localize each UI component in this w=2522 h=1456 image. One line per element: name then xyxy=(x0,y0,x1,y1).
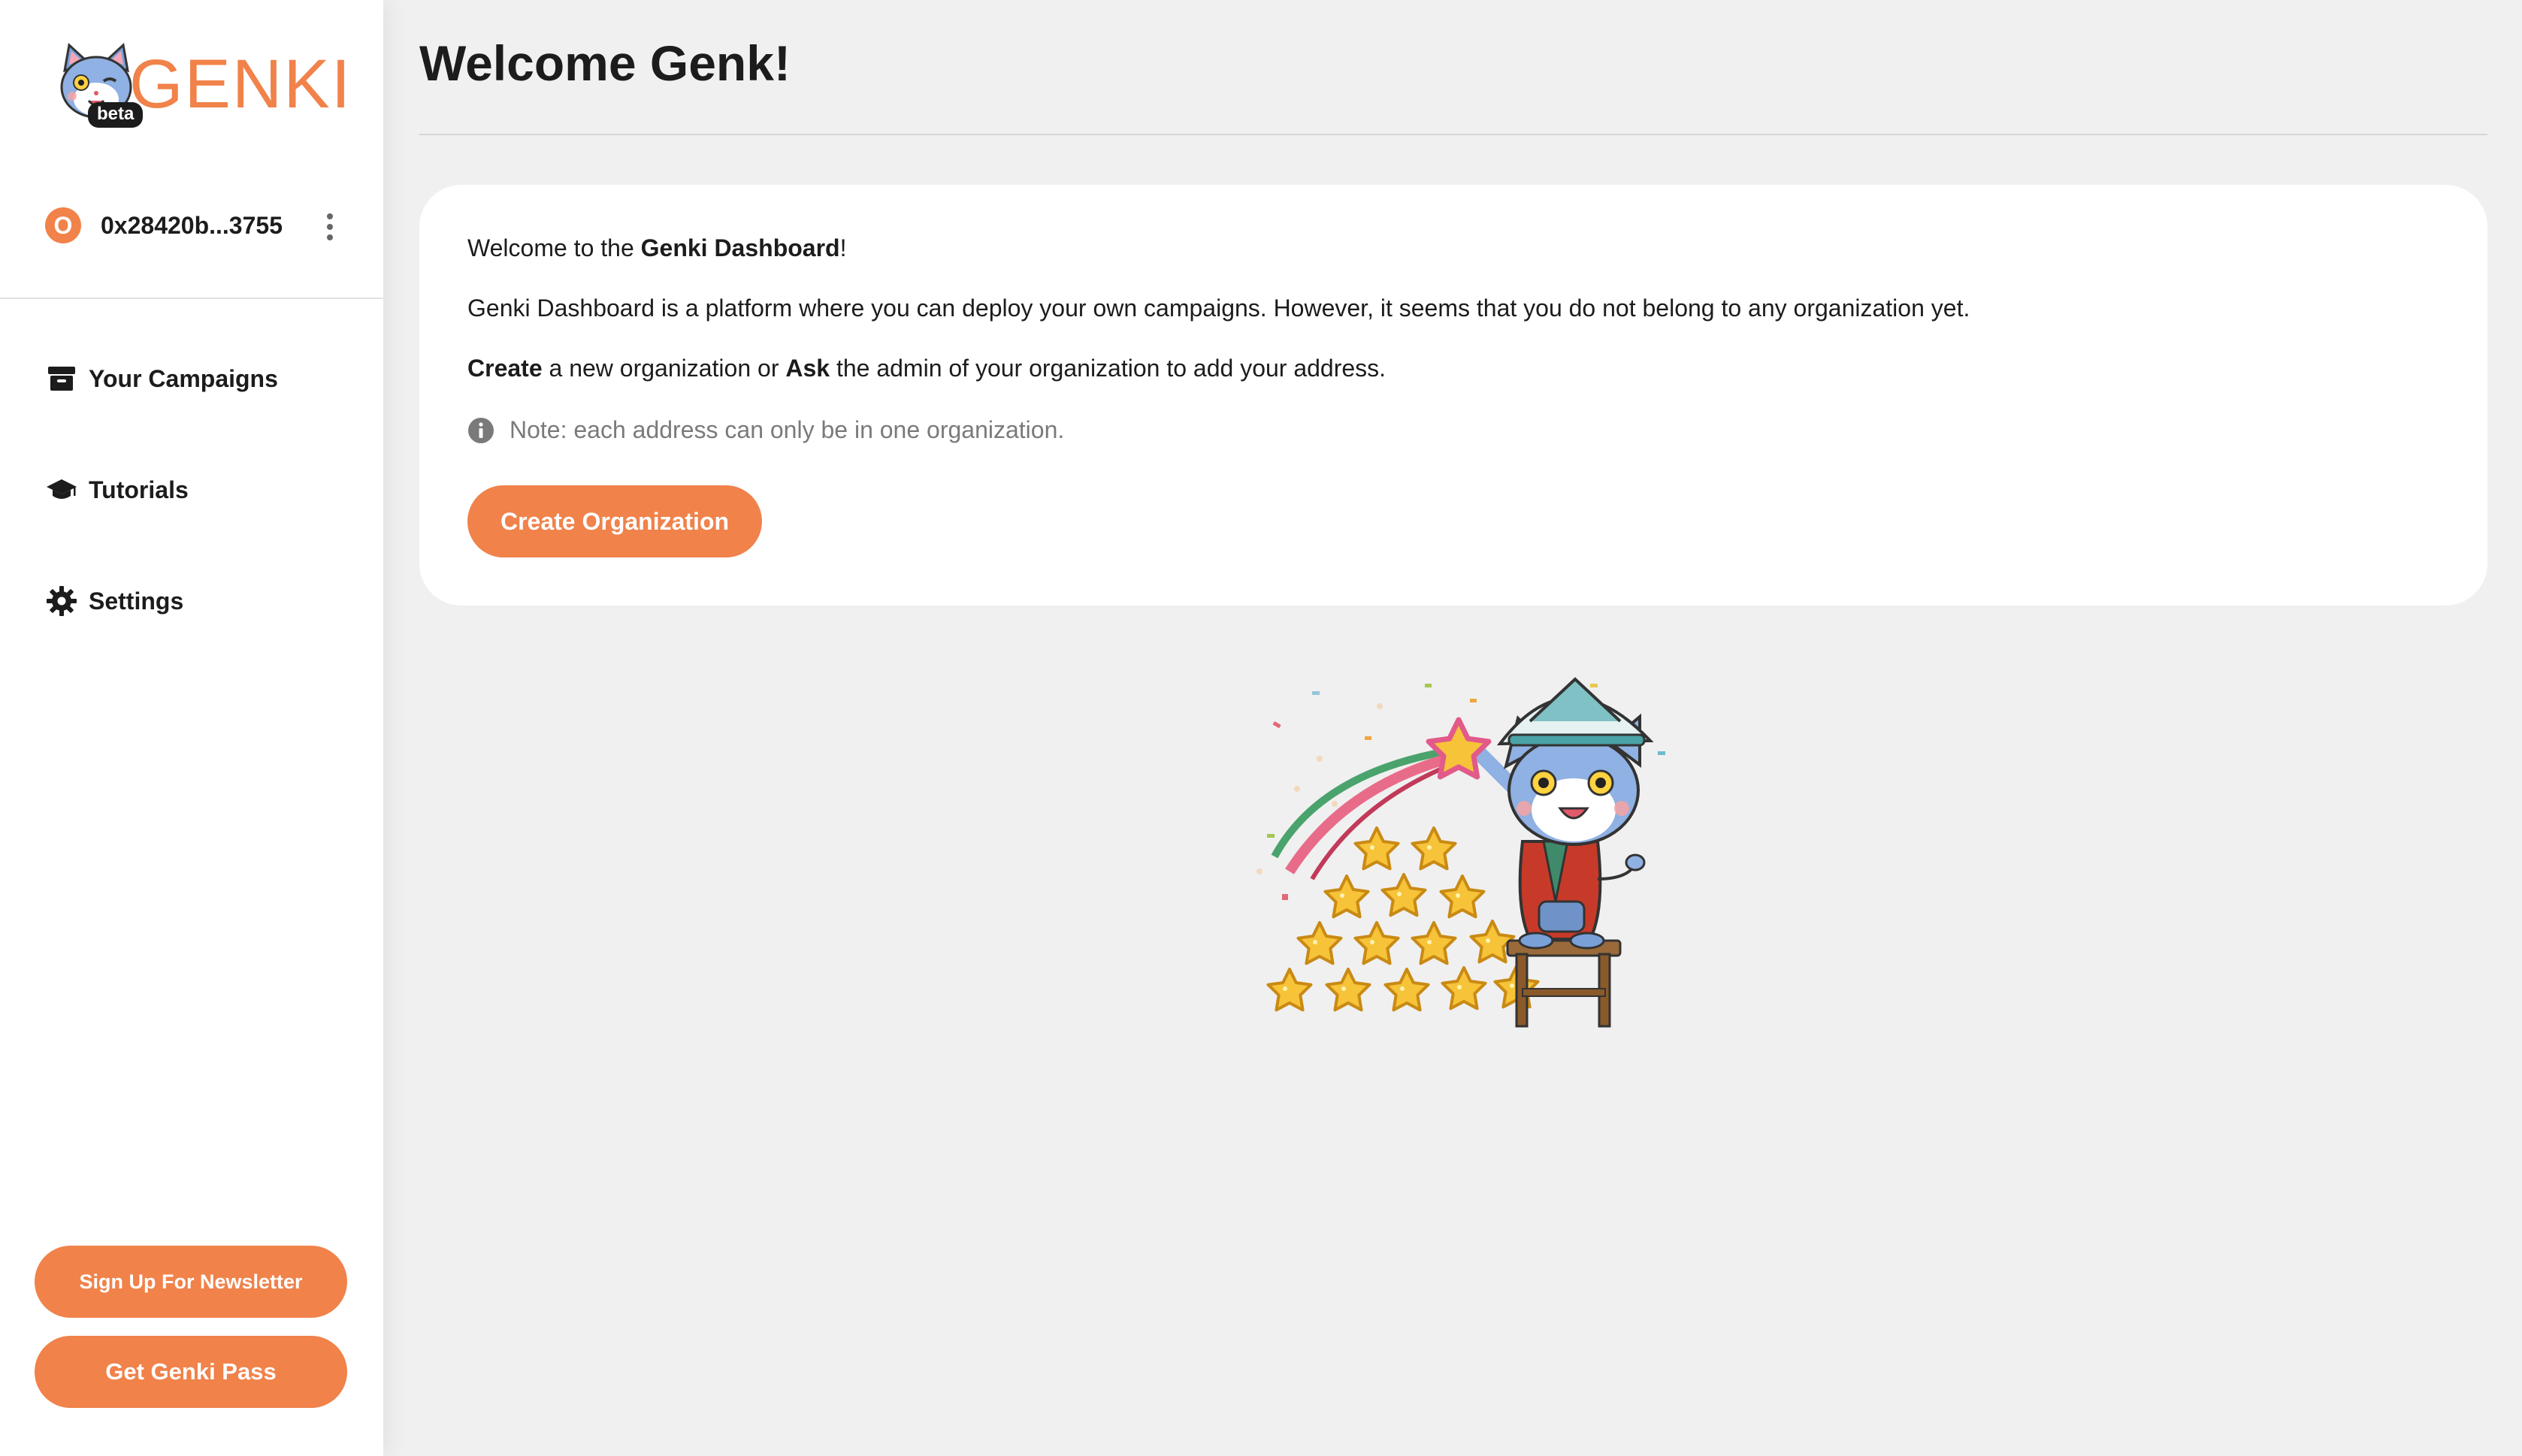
welcome-text: Welcome to the Genki Dashboard! xyxy=(467,234,846,262)
sidebar-item-your-campaigns[interactable]: Your Campaigns xyxy=(45,356,346,401)
title-divider xyxy=(419,134,2487,135)
welcome-prefix: Welcome to the xyxy=(467,234,641,261)
organization-note: Note: each address can only be in one or… xyxy=(467,416,1064,444)
create-keyword: Create xyxy=(467,355,543,382)
genki-logo[interactable]: GENKI beta xyxy=(54,42,350,132)
welcome-suffix: ! xyxy=(839,234,847,261)
create-organization-button[interactable]: Create Organization xyxy=(467,485,762,557)
get-genki-pass-button[interactable]: Get Genki Pass xyxy=(35,1336,347,1408)
info-icon xyxy=(468,417,494,443)
newsletter-signup-button[interactable]: Sign Up For Newsletter xyxy=(35,1246,347,1318)
cat-mascot-with-stars-illustration xyxy=(1256,677,1665,1028)
sidebar-item-label: Settings xyxy=(89,587,184,615)
sidebar-item-label: Tutorials xyxy=(89,476,189,503)
ask-keyword: Ask xyxy=(785,355,830,382)
archive-box-icon xyxy=(48,367,75,391)
page-title: Welcome Genk! xyxy=(419,35,791,91)
gear-icon xyxy=(47,586,77,616)
sidebar-item-settings[interactable]: Settings xyxy=(45,578,346,624)
wallet-address: 0x28420b...3755 xyxy=(101,212,283,239)
sidebar-item-tutorials[interactable]: Tutorials xyxy=(45,467,346,512)
instructions-mid: a new organization or xyxy=(542,355,786,382)
sidebar-item-label: Your Campaigns xyxy=(89,364,278,392)
brand-name: GENKI xyxy=(129,46,352,122)
dashboard-name: Genki Dashboard xyxy=(640,234,840,261)
graduation-cap-icon xyxy=(47,479,77,499)
account-row[interactable]: O 0x28420b...3755 xyxy=(45,204,346,246)
sidebar: GENKI beta O 0x28420b...3755 Your Campai… xyxy=(0,0,383,1456)
instructions-text: Create a new organization or Ask the adm… xyxy=(467,355,1386,382)
more-vertical-icon[interactable] xyxy=(320,210,340,243)
welcome-card: Welcome to the Genki Dashboard! Genki Da… xyxy=(419,185,2487,606)
note-text: Note: each address can only be in one or… xyxy=(510,416,1065,443)
instructions-suffix: the admin of your organization to add yo… xyxy=(830,355,1386,382)
avatar: O xyxy=(45,207,81,243)
platform-description: Genki Dashboard is a platform where you … xyxy=(467,295,1970,322)
beta-badge: beta xyxy=(88,102,144,128)
sidebar-divider xyxy=(0,298,383,299)
